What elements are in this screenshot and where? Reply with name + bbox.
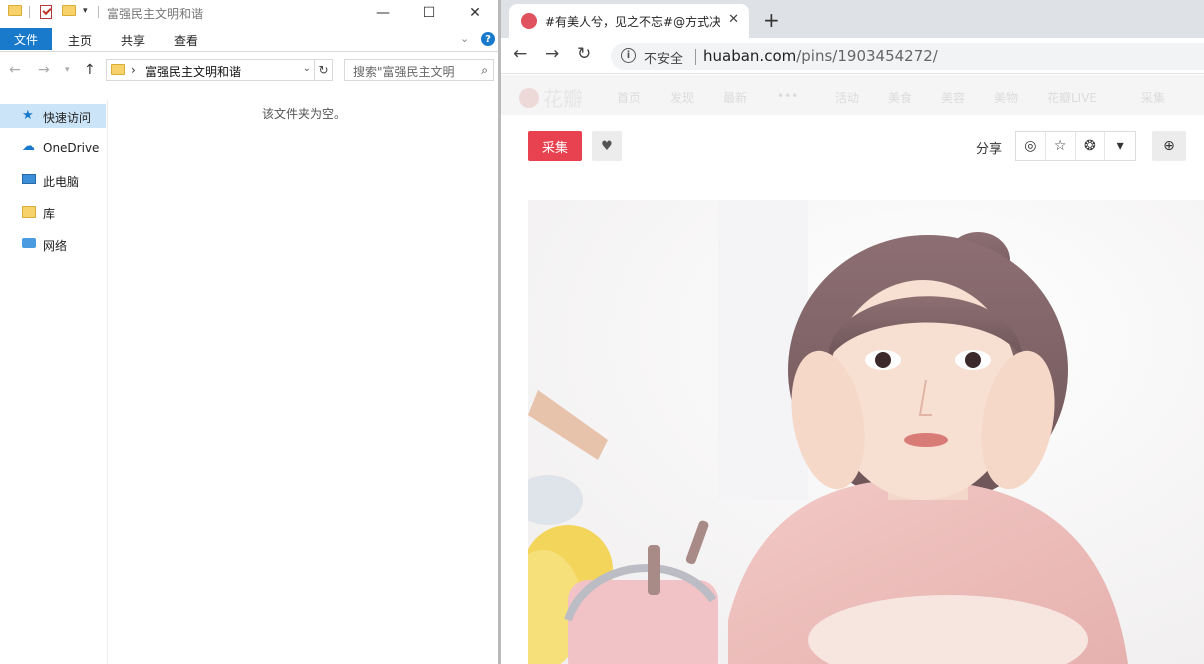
explorer-titlebar: ▾ 富强民主文明和谐 — ☐ ✕ (0, 0, 498, 26)
sidebar-item-label: 此电脑 (43, 175, 80, 189)
sidebar-item-label: OneDrive (43, 141, 100, 155)
minimize-button[interactable]: — (360, 0, 406, 26)
url-text[interactable]: huaban.com/pins/1903454272/ (703, 47, 938, 65)
chevron-down-icon[interactable]: ⌄ (303, 63, 311, 74)
nav-link-beauty[interactable]: 美容 (941, 89, 965, 106)
nav-link-collect[interactable]: 采集 (1141, 89, 1165, 106)
network-icon (22, 238, 36, 248)
url-path: /pins/1903454272/ (796, 47, 938, 65)
heart-icon[interactable]: ♥ (592, 131, 622, 161)
tab-share[interactable]: 共享 (121, 32, 145, 49)
search-placeholder: 搜索"富强民主文明 (353, 65, 455, 79)
sidebar-item-label: 快速访问 (43, 111, 92, 125)
forward-icon[interactable]: → (545, 44, 559, 64)
nav-link-food[interactable]: 美食 (888, 89, 912, 106)
close-button[interactable]: ✕ (452, 0, 498, 26)
nav-link-goods[interactable]: 美物 (994, 89, 1018, 106)
up-icon[interactable]: ↑ (84, 62, 96, 78)
sidebar-item-label: 库 (43, 207, 56, 221)
sidebar-item-network[interactable]: 网络 (0, 232, 106, 256)
library-icon (22, 206, 36, 218)
wechat-icon[interactable]: ❂ (1076, 132, 1106, 160)
zoom-in-icon[interactable]: ⊕ (1152, 131, 1186, 161)
nav-link-more[interactable]: ••• (777, 89, 798, 103)
portrait-photo (528, 200, 1204, 664)
nav-link-live[interactable]: 花瓣LIVE (1047, 89, 1097, 106)
tab-file[interactable]: 文件 (0, 28, 52, 50)
pin-image[interactable] (528, 200, 1204, 664)
reload-icon[interactable]: ↻ (577, 44, 591, 64)
browser-tab[interactable]: #有美人兮，见之不忘#@方式决 ✕ (509, 4, 749, 38)
sidebar-item-libraries[interactable]: 库 (0, 200, 106, 224)
tab-strip: #有美人兮，见之不忘#@方式决 ✕ + (501, 0, 1204, 38)
chevron-right-icon[interactable]: › (131, 63, 136, 77)
new-folder-icon[interactable] (62, 5, 76, 16)
empty-folder-message: 该文件夹为空。 (262, 107, 347, 121)
security-status[interactable]: 不安全 (644, 48, 683, 67)
address-bar[interactable]: i 不安全 huaban.com/pins/1903454272/ (611, 43, 1204, 70)
browser-window: #有美人兮，见之不忘#@方式决 ✕ + ← → ↻ i 不安全 huaban.c… (501, 0, 1204, 664)
back-icon[interactable]: ← (9, 62, 21, 78)
star-icon: ★ (22, 108, 34, 123)
nav-link-home[interactable]: 首页 (617, 89, 641, 106)
pin-detail: 采集 ♥ 分享 ◎ ☆ ❂ ▾ ⊕ (501, 115, 1204, 664)
browser-toolbar: ← → ↻ i 不安全 huaban.com/pins/1903454272/ (501, 38, 1204, 74)
favicon-icon (521, 13, 537, 29)
recent-locations-icon[interactable]: ▾ (65, 65, 70, 75)
share-buttons: ◎ ☆ ❂ ▾ (1015, 131, 1136, 161)
url-host: huaban.com (703, 47, 797, 65)
share-label: 分享 (976, 142, 1003, 157)
logo-text: 花瓣 (543, 87, 583, 111)
sidebar-item-onedrive[interactable]: ☁ OneDrive (0, 136, 106, 160)
sidebar-item-label: 网络 (43, 239, 68, 253)
tab-view[interactable]: 查看 (174, 32, 198, 49)
window-title: 富强民主文明和谐 (107, 7, 204, 21)
caret-down-icon[interactable]: ▾ (1105, 132, 1135, 160)
breadcrumb[interactable]: 富强民主文明和谐 (145, 63, 241, 80)
nav-link-events[interactable]: 活动 (835, 89, 859, 106)
file-explorer-window: ▾ 富强民主文明和谐 — ☐ ✕ 文件 主页 共享 查看 ⌄ ? ← → ▾ ↑… (0, 0, 498, 664)
weibo-icon[interactable]: ◎ (1016, 132, 1046, 160)
sidebar-item-quick-access[interactable]: ★ 快速访问 (0, 104, 106, 128)
collect-button[interactable]: 采集 (528, 131, 582, 161)
info-icon[interactable]: i (621, 48, 636, 63)
divider (98, 6, 99, 18)
new-tab-button[interactable]: + (763, 8, 780, 32)
search-icon[interactable]: ⌕ (481, 63, 488, 78)
customize-toolbar-icon[interactable]: ▾ (83, 6, 88, 16)
star-icon[interactable]: ☆ (1046, 132, 1076, 160)
refresh-icon[interactable]: ↻ (315, 59, 333, 81)
nav-link-discover[interactable]: 发现 (670, 89, 694, 106)
maximize-button[interactable]: ☐ (406, 0, 452, 26)
site-header: 花瓣 首页 发现 最新 ••• 活动 美食 美容 美物 花瓣LIVE 采集 (501, 75, 1204, 115)
logo-icon (519, 87, 539, 108)
expand-ribbon-icon[interactable]: ⌄ (460, 32, 469, 45)
divider (695, 49, 696, 65)
back-icon[interactable]: ← (513, 44, 527, 64)
ribbon-tabs: 文件 主页 共享 查看 ⌄ ? (0, 26, 498, 52)
forward-icon[interactable]: → (38, 62, 50, 78)
search-input[interactable]: 搜索"富强民主文明 ⌕ (344, 59, 494, 81)
divider (29, 6, 30, 18)
close-tab-icon[interactable]: ✕ (728, 12, 739, 27)
site-logo[interactable]: 花瓣 (519, 83, 583, 112)
computer-icon (22, 174, 36, 184)
navigation-bar: ← → ▾ ↑ › 富强民主文明和谐 ⌄ ↻ 搜索"富强民主文明 ⌕ (0, 53, 498, 87)
navigation-pane: ★ 快速访问 ☁ OneDrive 此电脑 库 网络 (0, 100, 108, 664)
cloud-icon: ☁ (22, 139, 35, 154)
nav-link-latest[interactable]: 最新 (723, 89, 747, 106)
tab-title: #有美人兮，见之不忘#@方式决 (545, 15, 720, 29)
sidebar-item-this-pc[interactable]: 此电脑 (0, 168, 106, 192)
properties-icon[interactable] (40, 5, 52, 19)
folder-icon (111, 64, 125, 75)
tab-home[interactable]: 主页 (68, 32, 92, 49)
folder-icon (8, 5, 22, 16)
address-bar[interactable]: › 富强民主文明和谐 ⌄ (106, 59, 315, 81)
help-icon[interactable]: ? (481, 32, 495, 46)
